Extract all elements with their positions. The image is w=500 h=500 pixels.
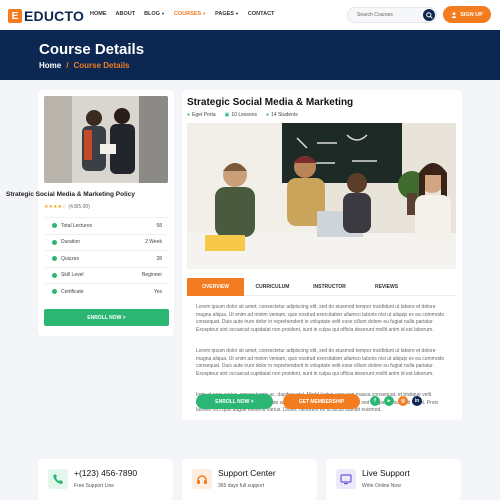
nav-courses[interactable]: COURSES▼: [174, 11, 206, 17]
nav-contact-label: CONTACT: [247, 11, 275, 17]
top-header: E EDUCTO HOME ABOUT BLOG▼ COURSES▼ PAGES…: [0, 0, 500, 30]
quiz-icon: [52, 256, 57, 262]
meta-row-duration: Duration 2 Week: [44, 233, 168, 251]
breadcrumb-current: Course Details: [73, 61, 130, 70]
clock-icon: [52, 239, 57, 245]
facebook-icon[interactable]: f: [370, 396, 380, 406]
chevron-down-icon: ▼: [234, 11, 239, 16]
page-title: Course Details: [39, 41, 145, 58]
star-rating-icon: ★★★★☆: [44, 204, 67, 210]
nav-courses-label: COURSES: [173, 11, 202, 17]
logo-mark-letter: E: [11, 10, 19, 22]
feature-title[interactable]: Live Support: [362, 468, 410, 478]
nav-contact[interactable]: CONTACT: [248, 11, 274, 17]
lessons-icon: ▣: [224, 112, 230, 118]
meta-value: 58: [156, 222, 162, 229]
classroom-photo: [187, 123, 456, 269]
get-membership-button[interactable]: GET MEMBERSHIP: [283, 394, 360, 409]
tab-reviews[interactable]: REVIEWS: [358, 278, 415, 296]
meta-value: 2 Week: [145, 239, 162, 246]
signup-label: SIGN UP: [460, 11, 483, 18]
course-tabs: OVERVIEW CURRICULUM INSTRUCTOR REVIEWS: [187, 278, 456, 296]
meta-label: Skill Level: [61, 272, 84, 279]
linkedin-icon[interactable]: in: [412, 396, 422, 406]
author-icon: ●: [187, 112, 191, 118]
overview-paragraph: Lorem ipsum dolor sit amet, consectetur …: [196, 348, 445, 377]
meta-value: Yes: [153, 288, 162, 295]
feature-title[interactable]: Support Center: [218, 468, 276, 478]
meta-row-skill: Skill Level Beginner: [44, 266, 168, 284]
breadcrumb-home[interactable]: Home: [39, 61, 61, 70]
meta-row-lectures: Total Lectures 58: [44, 217, 168, 234]
tab-overview[interactable]: OVERVIEW: [187, 278, 244, 296]
feature-card-phone: +(123) 456-7890 Free Support Line: [38, 459, 173, 500]
tab-curriculum[interactable]: CURRICULUM: [244, 278, 301, 296]
user-icon: [451, 11, 457, 18]
signup-button[interactable]: SIGN UP: [443, 6, 491, 23]
nav-pages-label: PAGES: [215, 11, 234, 17]
meta-label: Certificate: [61, 288, 84, 295]
breadcrumb-separator: /: [66, 61, 69, 70]
nav-home[interactable]: HOME: [90, 11, 107, 17]
certificate-icon: [52, 289, 57, 295]
course-hero-image: [187, 123, 456, 269]
nav-about-label: ABOUT: [115, 11, 136, 17]
nav-home-label: HOME: [90, 11, 107, 17]
nav-pages[interactable]: PAGES▼: [215, 11, 239, 17]
course-meta: ● Eget Porta ▣ 10 Lessons ● 14 Students: [187, 112, 298, 118]
course-title: Strategic Social Media & Marketing: [187, 97, 354, 108]
feature-subtitle: 365 days full support: [218, 483, 265, 489]
feature-card-support: Support Center 365 days full support: [182, 459, 317, 500]
instagram-icon[interactable]: ◎: [398, 396, 408, 406]
rating: ★★★★☆ (4.8/5.00): [44, 204, 90, 210]
course-students: 14 Students: [271, 112, 298, 118]
enroll-now-button[interactable]: ENROLL NOW >: [196, 394, 273, 409]
monitor-icon: [336, 469, 356, 489]
nav-blog[interactable]: BLOG▼: [144, 11, 165, 17]
feature-card-live: Live Support Write Online Now: [326, 459, 461, 500]
meta-label: Duration: [61, 239, 80, 246]
nav-blog-label: BLOG: [144, 11, 160, 17]
meta-row-certificate: Certificate Yes: [44, 283, 168, 300]
meta-label: Total Lectures: [61, 222, 93, 229]
meta-value: 28: [156, 255, 162, 262]
headset-icon: [192, 469, 212, 489]
course-lessons: 10 Lessons: [231, 112, 257, 118]
search-placeholder: Search Courses: [357, 12, 393, 18]
search-input[interactable]: Search Courses: [347, 7, 437, 23]
feature-subtitle: Free Support Line: [74, 483, 115, 489]
feature-subtitle: Write Online Now: [362, 483, 401, 489]
youtube-icon[interactable]: ▸: [384, 396, 394, 406]
course-thumbnail: [44, 96, 168, 183]
phone-icon: [48, 469, 68, 489]
logo-mark: E: [8, 9, 22, 23]
students-photo: [44, 96, 168, 183]
students-icon: ●: [265, 112, 270, 118]
rating-value: (4.8/5.00): [68, 204, 90, 210]
meta-label: Quizzes: [61, 255, 80, 262]
skill-icon: [52, 272, 57, 278]
main-nav: HOME ABOUT BLOG▼ COURSES▼ PAGES▼ CONTACT: [90, 11, 274, 17]
meta-row-quizzes: Quizzes 28: [44, 250, 168, 267]
nav-about[interactable]: ABOUT: [116, 11, 136, 17]
search-icon: [425, 11, 433, 19]
search-button[interactable]: [423, 9, 435, 21]
tab-instructor[interactable]: INSTRUCTOR: [301, 278, 358, 296]
chevron-down-icon: ▼: [160, 11, 165, 16]
sidebar-enroll-button[interactable]: ENROLL NOW >: [44, 309, 169, 326]
lectures-icon: [52, 223, 57, 229]
logo[interactable]: E EDUCTO: [8, 8, 84, 24]
meta-value: Beginner: [141, 272, 162, 279]
overview-paragraph: Lorem ipsum dolor sit amet, consectetur …: [196, 304, 445, 333]
logo-text: EDUCTO: [24, 8, 85, 24]
chevron-down-icon: ▼: [202, 11, 207, 16]
sidebar-course-title: Strategic Social Media & Marketing Polic…: [6, 191, 135, 198]
course-meta-list: Total Lectures 58 Duration 2 Week Quizzes 2…: [44, 217, 168, 300]
course-author[interactable]: Eget Porta: [192, 112, 216, 118]
feature-title[interactable]: +(123) 456-7890: [74, 468, 137, 478]
breadcrumb: Home / Course Details: [39, 61, 130, 70]
